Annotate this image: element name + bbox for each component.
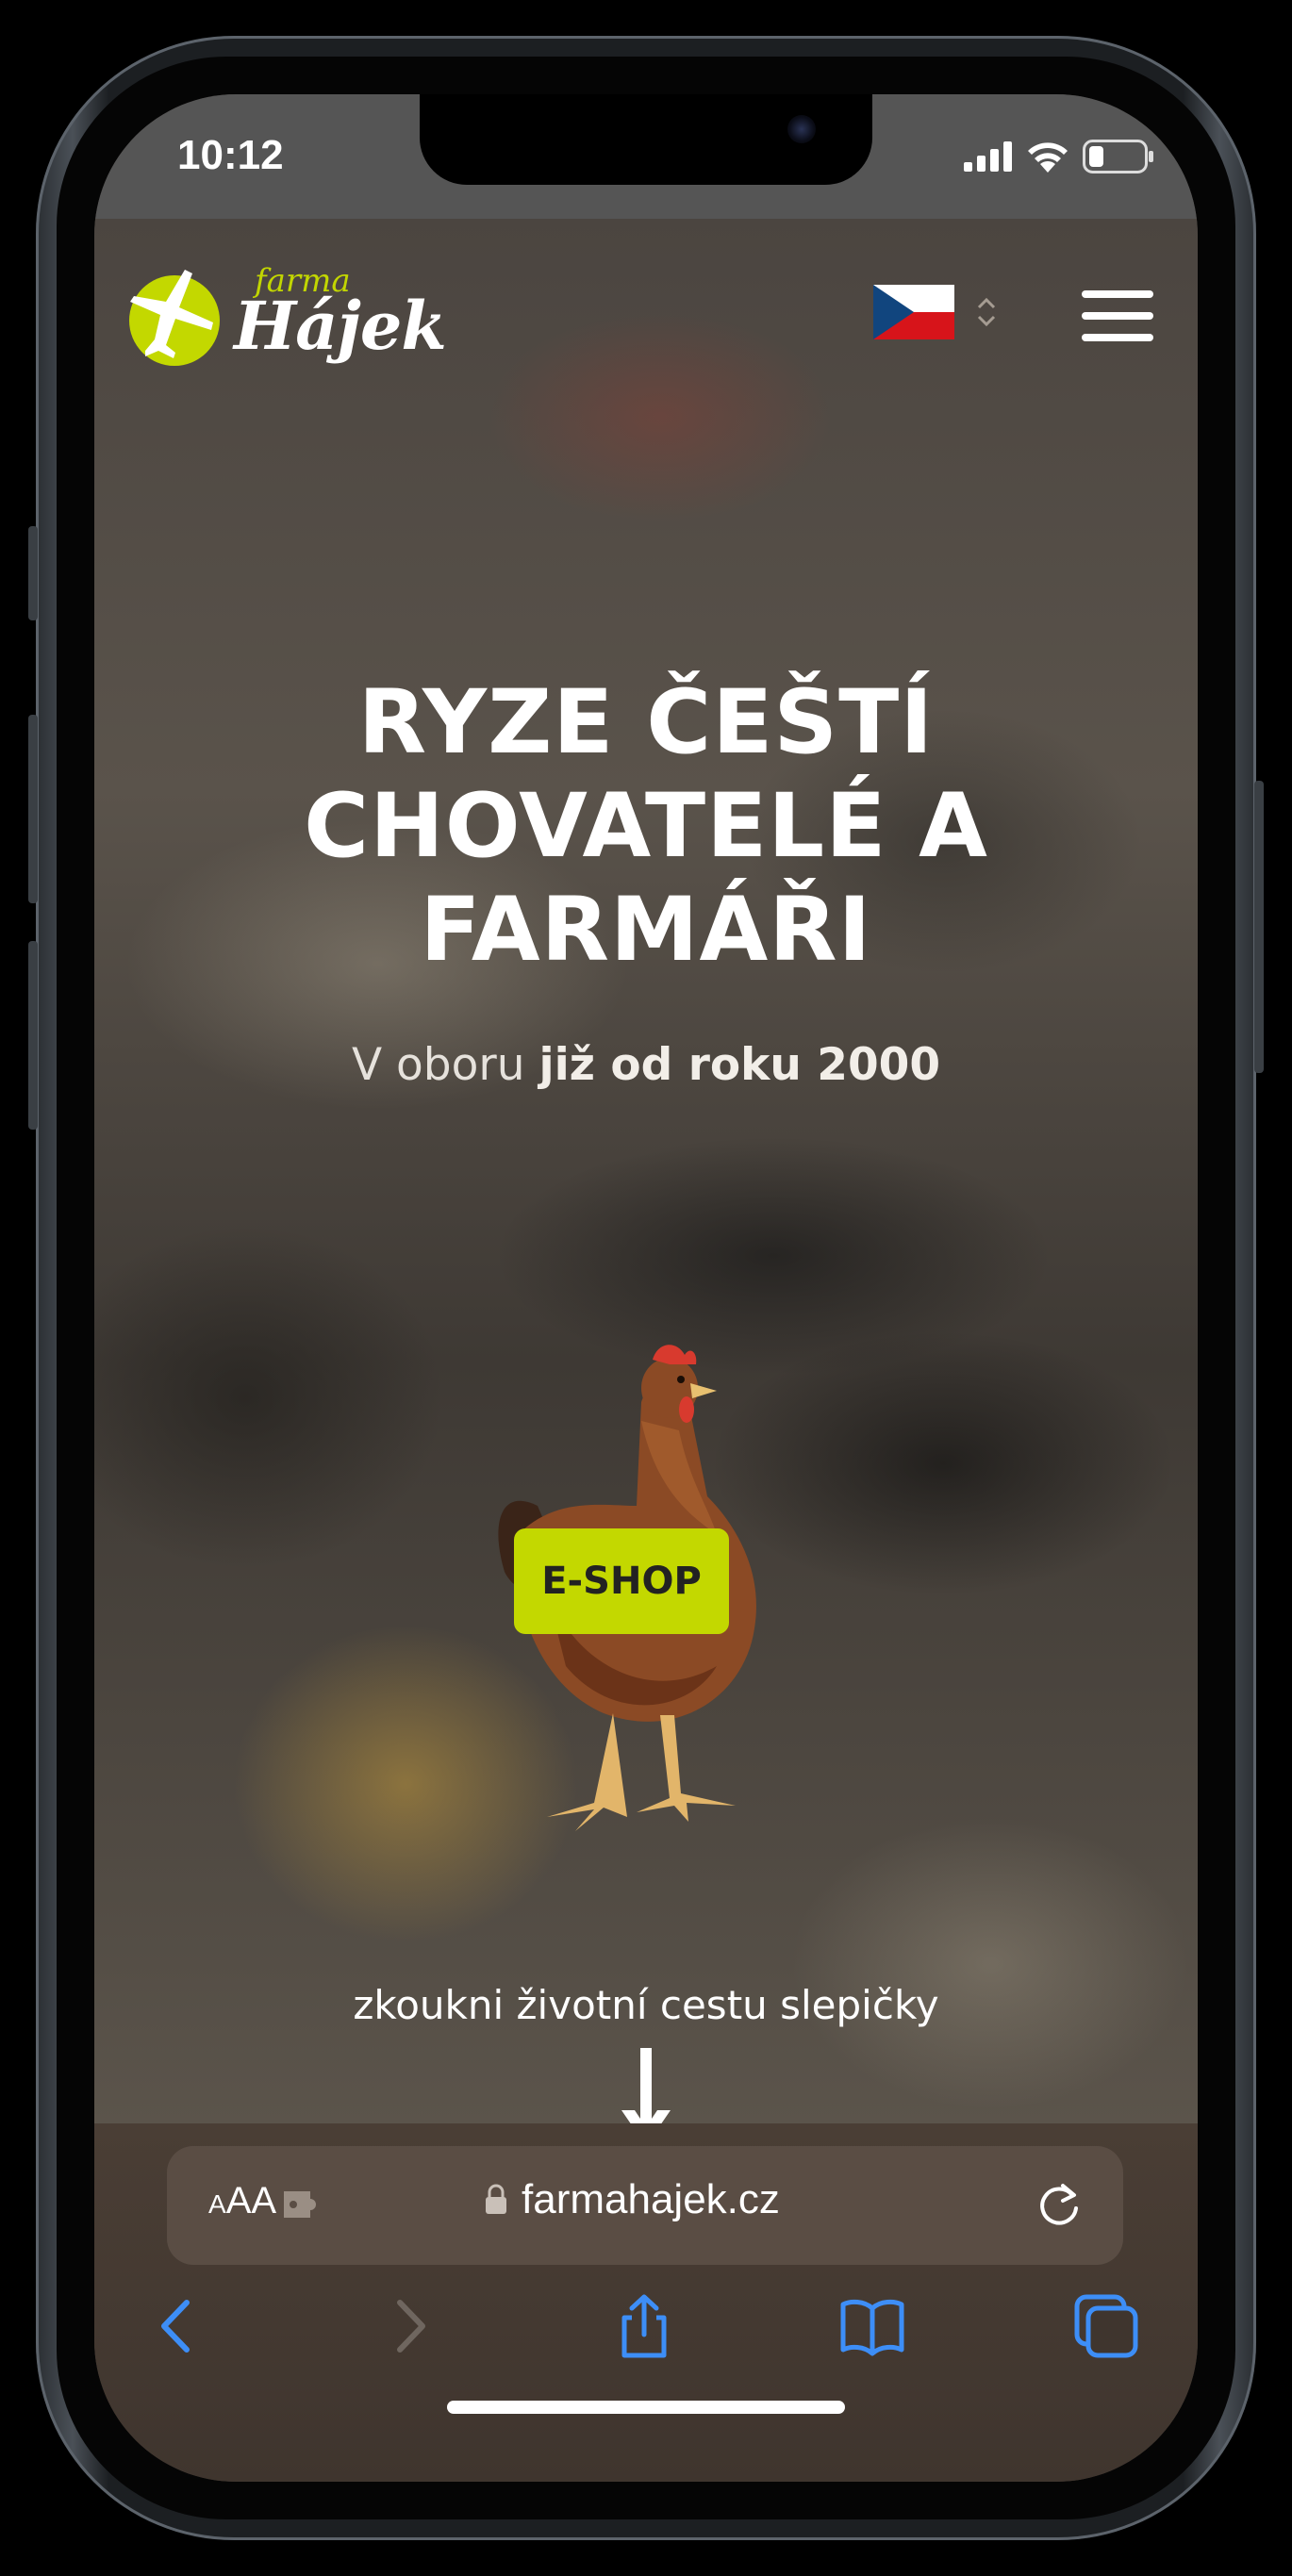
reload-icon[interactable] [1035,2180,1084,2229]
mute-switch [28,526,38,620]
signal-icon [964,141,1012,172]
headline-line-3: FARMÁŘI [420,879,872,982]
battery-icon [1083,140,1153,173]
extension-icon[interactable] [282,2186,325,2223]
eshop-button[interactable]: E-SHOP [514,1528,729,1634]
hero-section: farma Hájek RYZE ČEŠTÍ CHOVATELÉ A FARMÁ [94,219,1198,2146]
subline-prefix: V oboru [351,1039,539,1091]
tabs-icon[interactable] [1073,2293,1139,2359]
status-time: 10:12 [177,132,284,178]
logo-text: farma Hájek [234,255,447,368]
status-bar: 10:12 [94,94,1198,219]
text-size-small-a: A [208,2189,226,2219]
status-icons [964,140,1154,173]
hamburger-line [1082,290,1153,298]
text-size-button[interactable]: AAA [208,2180,276,2222]
url-display[interactable]: farmahajek.cz [484,2176,780,2223]
screen: 10:12 farma Hájek RYZE ČEŠTÍ CHOVATELÉ A… [94,94,1198,2482]
power-button [1254,781,1264,1073]
back-icon[interactable] [143,2293,209,2359]
hamburger-menu-button[interactable] [1082,290,1153,341]
lock-icon [486,2184,506,2214]
url-text: farmahajek.cz [522,2176,780,2222]
language-selector[interactable] [873,285,998,339]
site-logo[interactable]: farma Hájek [123,255,447,368]
browser-toolbar: AAA farmahajek.cz [94,2123,1198,2482]
address-bar[interactable]: AAA farmahajek.cz [167,2146,1123,2265]
notch [420,94,872,185]
subline-bold: již od roku 2000 [538,1039,941,1091]
journey-text[interactable]: zkoukni životní cestu slepičky [94,1982,1198,2028]
browser-nav-row [94,2293,1198,2387]
headline-line-1: RYZE ČEŠTÍ [357,671,935,774]
headline-line-2: CHOVATELÉ A [304,775,988,878]
text-size-label: AA [225,2180,277,2221]
home-indicator[interactable] [447,2401,845,2414]
volume-down-button [28,941,38,1130]
forward-icon[interactable] [377,2293,443,2359]
czech-flag-icon [873,285,954,339]
plane-logo-icon [129,270,220,366]
volume-up-button [28,715,38,903]
hero-headline: RYZE ČEŠTÍ CHOVATELÉ A FARMÁŘI [94,671,1198,983]
chevron-up-down-icon [977,297,996,327]
logo-name: Hájek [234,287,447,365]
bookmarks-icon[interactable] [839,2293,905,2359]
hero-subline: V oboru již od roku 2000 [94,1039,1198,1091]
hamburger-line [1082,334,1153,341]
wifi-icon [1028,142,1068,173]
hamburger-line [1082,312,1153,320]
front-camera [787,115,816,143]
share-icon[interactable] [611,2293,677,2359]
